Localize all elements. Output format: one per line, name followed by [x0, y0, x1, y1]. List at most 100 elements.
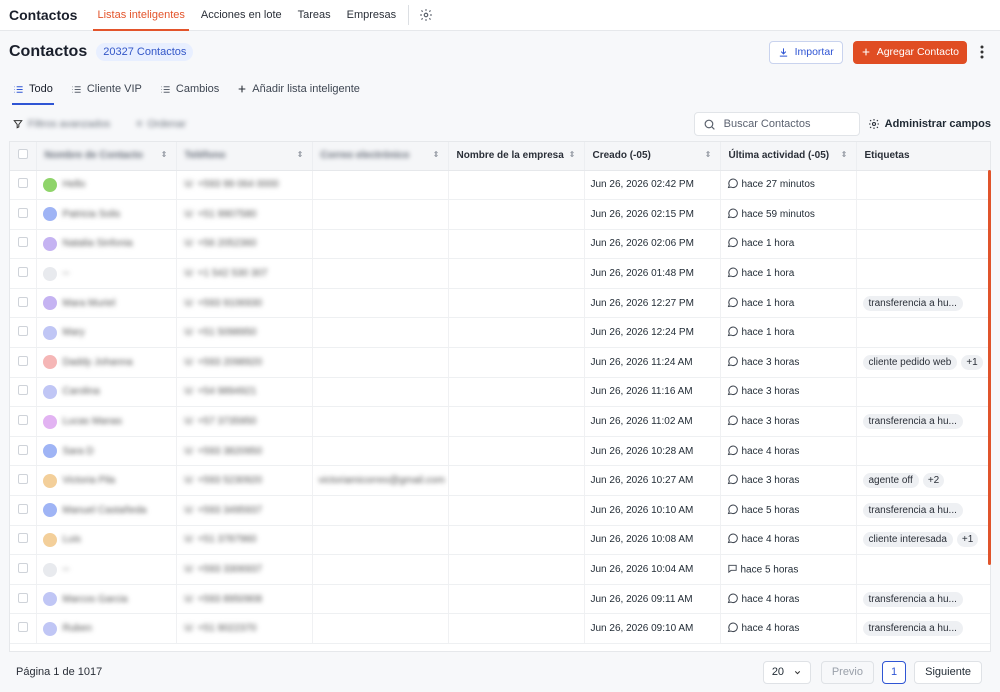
contact-name-cell[interactable]: Victoria Pila [36, 465, 177, 497]
tag-chip[interactable]: cliente interesada [862, 532, 953, 548]
page-size-select[interactable]: 20 [762, 660, 811, 684]
table-row[interactable]: Ruben ☏ +51 9022370 Jun 26, 2026 09:10 AM h… [10, 613, 990, 644]
contact-name-cell[interactable]: Marcos Garcia [36, 584, 177, 615]
contact-name[interactable]: Carolina [63, 386, 100, 397]
contact-name-cell[interactable]: Luis [36, 525, 177, 556]
contact-name-cell[interactable]: Natalia Sinfonia [36, 229, 177, 260]
contact-name[interactable]: Hello [63, 179, 86, 190]
row-checkbox[interactable] [18, 178, 28, 189]
contact-name[interactable]: -- [63, 268, 70, 279]
row-checkbox[interactable] [18, 207, 28, 218]
contact-name[interactable]: Ruben [63, 623, 92, 634]
row-checkbox[interactable] [18, 237, 28, 248]
contact-name[interactable]: Lucas Manas [63, 416, 122, 427]
row-checkbox[interactable] [18, 296, 28, 307]
table-row[interactable]: Luis ☏ +51 3787960 Jun 26, 2026 10:08 AM ha… [10, 525, 990, 556]
nav-smart-lists[interactable]: Listas inteligentes [89, 0, 192, 31]
contact-name[interactable]: Marcos Garcia [63, 594, 128, 605]
tag-chip[interactable]: transferencia a hu... [862, 502, 963, 518]
table-row[interactable]: Marcos Garcia ☏ +593 8950908 Jun 26, 2026 … [10, 584, 990, 615]
gear-icon[interactable] [415, 4, 437, 26]
row-checkbox[interactable] [18, 267, 28, 278]
table-row[interactable]: Carolina ☏ +54 9894921 Jun 26, 2026 11:16 … [10, 377, 990, 408]
contact-name-cell[interactable]: -- [36, 258, 177, 289]
tag-chip[interactable]: cliente pedido web [862, 354, 958, 370]
current-page-button[interactable]: 1 [882, 660, 907, 684]
table-row[interactable]: Lucas Manas ☏ +57 3735950 Jun 26, 2026 11:… [10, 406, 990, 437]
contact-name-cell[interactable]: Lucas Manas [36, 406, 177, 437]
row-checkbox[interactable] [18, 592, 28, 603]
row-checkbox[interactable] [18, 503, 28, 514]
contact-name-cell[interactable]: -- [36, 554, 177, 585]
table-row[interactable]: Natalia Sinfonia ☏ +56 2052360 Jun 26, 202… [10, 229, 990, 260]
table-row[interactable]: -- ☏ +1 542 530 307 Jun 26, 2026 01:48 PM h… [10, 258, 990, 289]
contact-name-cell[interactable]: Ruben [36, 613, 177, 644]
table-row[interactable]: -- ☏ +593 3306937 Jun 26, 2026 10:04 AM hac… [10, 554, 990, 585]
row-checkbox[interactable] [18, 385, 28, 396]
contact-name[interactable]: Mary [63, 327, 85, 338]
nav-tasks[interactable]: Tareas [290, 0, 339, 31]
tab-add-smart-list[interactable]: Añadir lista inteligente [236, 73, 361, 105]
row-checkbox[interactable] [18, 533, 28, 544]
column-header-company[interactable]: Nombre de la empresa ⇕ [448, 142, 585, 171]
tab-changes[interactable]: Cambios [159, 73, 220, 105]
contact-name-cell[interactable]: Sara D [36, 436, 177, 467]
nav-bulk-actions[interactable]: Acciones en lote [193, 0, 290, 31]
tag-chip[interactable]: transferencia a hu... [862, 621, 963, 637]
contact-name-cell[interactable]: Hello [36, 170, 177, 201]
contact-name-cell[interactable]: Mary [36, 317, 177, 349]
import-button[interactable]: Importar [768, 40, 843, 64]
next-page-button[interactable]: Siguiente [914, 660, 982, 684]
vertical-scrollbar[interactable] [988, 170, 991, 565]
table-row[interactable]: Daddy Johanna ☏ +593 2098920 Jun 26, 2026 … [10, 347, 990, 378]
tab-all[interactable]: Todo [12, 73, 54, 105]
sort-button[interactable]: ≡ Ordenar [132, 114, 190, 134]
tag-chip[interactable]: agente off [862, 473, 919, 489]
nav-companies[interactable]: Empresas [339, 0, 405, 31]
tab-vip-client[interactable]: Cliente VIP [70, 73, 143, 105]
row-checkbox[interactable] [18, 326, 28, 337]
add-contact-button[interactable]: Agregar Contacto [852, 40, 967, 64]
contact-name[interactable]: Natalia Sinfonia [63, 238, 133, 249]
column-header-tags[interactable]: Etiquetas [856, 142, 990, 171]
tag-chip[interactable]: transferencia a hu... [862, 591, 963, 607]
contact-name[interactable]: Mara Muriel [63, 298, 116, 309]
previous-page-button[interactable]: Previo [820, 660, 874, 684]
tag-chip[interactable]: transferencia a hu... [862, 295, 963, 311]
column-header-created[interactable]: Creado (-05) ⇕ [584, 142, 721, 171]
contact-name[interactable]: Patricia Solis [63, 209, 121, 220]
table-row[interactable]: Victoria Pila ☏ +593 5230920 victoriamicor… [10, 465, 990, 497]
contact-name[interactable]: Victoria Pila [63, 475, 116, 486]
select-all-checkbox[interactable] [18, 149, 28, 160]
row-checkbox[interactable] [18, 563, 28, 574]
table-row[interactable]: Patricia Solis ☏ +51 9907580 Jun 26, 2026 … [10, 199, 990, 230]
table-row[interactable]: Mara Muriel ☏ +593 9106930 Jun 26, 2026 12… [10, 288, 990, 319]
contact-name-cell[interactable]: Manuel Castañeda [36, 495, 177, 526]
search-input[interactable] [723, 118, 844, 130]
column-header-name[interactable]: Nombre de Contacto ⇕ [36, 142, 177, 171]
contact-name-cell[interactable]: Patricia Solis [36, 199, 177, 230]
column-header-phone[interactable]: Teléfono ⇕ [176, 142, 313, 171]
contact-name-cell[interactable]: Daddy Johanna [36, 347, 177, 378]
more-options-icon[interactable] [973, 41, 991, 64]
advanced-filters-button[interactable]: Filtros avanzados [9, 114, 114, 134]
table-row[interactable]: Mary ☏ +51 5098950 Jun 26, 2026 12:24 PM ha… [10, 317, 990, 349]
contact-name[interactable]: Sara D [63, 446, 94, 457]
contact-name-cell[interactable]: Mara Muriel [36, 288, 177, 319]
contact-name[interactable]: Daddy Johanna [63, 357, 133, 368]
table-row[interactable]: Manuel Castañeda ☏ +593 3495937 Jun 26, 20… [10, 495, 990, 526]
contact-name[interactable]: Manuel Castañeda [63, 505, 147, 516]
column-header-email[interactable]: Correo electrónico ⇕ [312, 142, 449, 171]
table-row[interactable]: Sara D ☏ +593 3820950 Jun 26, 2026 10:28 A… [10, 436, 990, 467]
column-header-last-activity[interactable]: Última actividad (-05) ⇕ [720, 142, 857, 171]
more-tags-count[interactable]: +2 [922, 473, 945, 489]
tag-chip[interactable]: transferencia a hu... [862, 414, 963, 430]
row-checkbox[interactable] [18, 444, 28, 455]
row-checkbox[interactable] [18, 415, 28, 426]
table-row[interactable]: Hello ☏ +593 99 064 0000 Jun 26, 2026 02:4… [10, 170, 990, 201]
more-tags-count[interactable]: +1 [956, 532, 979, 548]
contact-name-cell[interactable]: Carolina [36, 377, 177, 408]
row-checkbox[interactable] [18, 355, 28, 366]
manage-fields-button[interactable]: Administrar campos [868, 118, 991, 130]
more-tags-count[interactable]: +1 [961, 354, 983, 370]
